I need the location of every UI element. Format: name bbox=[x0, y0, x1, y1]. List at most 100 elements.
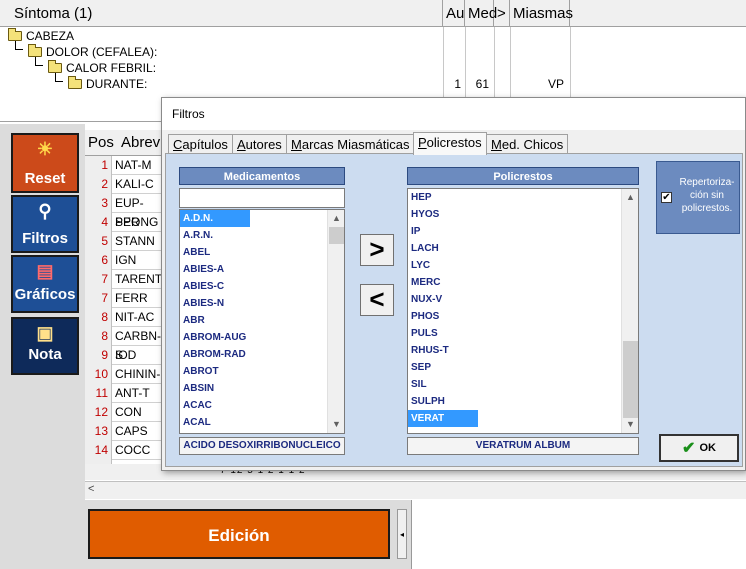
edit-panel bbox=[411, 500, 746, 569]
list-item[interactable]: SEP bbox=[408, 359, 638, 376]
table-row[interactable]: 7 TARENT bbox=[85, 270, 165, 289]
table-row[interactable]: 3 EUP-PER bbox=[85, 194, 165, 229]
edicion-button[interactable]: Edición bbox=[88, 509, 390, 559]
remove-remedy-button[interactable]: < bbox=[360, 284, 394, 316]
med-column-header[interactable]: Med bbox=[465, 0, 497, 27]
table-row[interactable]: 8 CARBN-S bbox=[85, 327, 165, 362]
list-item[interactable]: A.D.N. bbox=[180, 210, 250, 227]
remedy-abbrev-cell: NAT-M bbox=[115, 158, 152, 172]
gt-column-header[interactable]: > bbox=[494, 0, 510, 27]
list-item[interactable]: SULPH bbox=[408, 393, 638, 410]
tree-node-calor-febril[interactable]: CALOR FEBRIL: bbox=[48, 60, 156, 76]
pos-cell: 2 bbox=[85, 175, 112, 194]
tab-marcas-miasmaticas[interactable]: Marcas Miasmáticas bbox=[286, 134, 415, 154]
remedy-abbrev-cell: CAPS bbox=[115, 424, 148, 438]
list-item[interactable]: HEP bbox=[408, 189, 638, 206]
scroll-down-icon[interactable]: ▼ bbox=[328, 416, 344, 433]
repertorizacion-checkbox[interactable]: ✔ bbox=[661, 192, 672, 203]
medicamentos-list[interactable]: A.D.N. A.R.N. ABEL ABIES-A ABIES-C ABIES-N ABR… bbox=[179, 209, 345, 434]
scroll-up-icon[interactable]: ▲ bbox=[622, 189, 638, 206]
tab-med-chicos[interactable]: Med. Chicos bbox=[486, 134, 569, 154]
list-item[interactable]: HYOS bbox=[408, 206, 638, 223]
graficos-button[interactable]: ▤ Gráficos bbox=[11, 255, 79, 313]
list-item[interactable]: ABROT bbox=[180, 363, 344, 380]
list-item[interactable]: A.R.N. bbox=[180, 227, 344, 244]
edit-collapse-icon[interactable]: ◂ bbox=[397, 509, 407, 559]
table-row[interactable]: 9 IOD bbox=[85, 346, 165, 365]
list-item[interactable]: MERC bbox=[408, 274, 638, 291]
medicamentos-scrollbar[interactable]: ▲ ▼ bbox=[327, 210, 344, 433]
pos-cell: 10 bbox=[85, 365, 112, 384]
remedy-grid[interactable]: Pos Abrev 1 NAT-M 2 KALI-C 3 EUP-PER 4 SPONG 5 ST… bbox=[85, 130, 165, 480]
tree-node-dolor[interactable]: DOLOR (CEFALEA): bbox=[28, 44, 157, 60]
folder-icon bbox=[48, 60, 62, 73]
pos-cell: 7 bbox=[85, 289, 112, 308]
abrev-column-header[interactable]: Abrev bbox=[121, 134, 160, 151]
list-item[interactable]: RHUS-T bbox=[408, 342, 638, 359]
list-item[interactable]: ABROM-RAD bbox=[180, 346, 344, 363]
table-row[interactable]: 2 KALI-C bbox=[85, 175, 165, 194]
table-row[interactable]: 5 STANN bbox=[85, 232, 165, 251]
symptom-column-header[interactable]: Síntoma (1) bbox=[0, 0, 443, 27]
add-remedy-button[interactable]: > bbox=[360, 234, 394, 266]
clipboard-icon: ▣ bbox=[36, 323, 54, 343]
filtros-button[interactable]: ⚲ Filtros bbox=[11, 195, 79, 253]
list-item[interactable]: IP bbox=[408, 223, 638, 240]
list-item[interactable]: ABIES-C bbox=[180, 278, 344, 295]
policrestos-selected-name: VERATRUM ALBUM bbox=[407, 437, 639, 455]
sun-icon: ☀ bbox=[36, 139, 54, 159]
list-item[interactable]: SIL bbox=[408, 376, 638, 393]
table-row[interactable]: 7 FERR bbox=[85, 289, 165, 308]
tab-policrestos[interactable]: Policrestos bbox=[413, 132, 487, 155]
scroll-left-icon[interactable]: < bbox=[88, 483, 94, 495]
list-item[interactable]: LYC bbox=[408, 257, 638, 274]
list-item[interactable]: ABIES-N bbox=[180, 295, 344, 312]
pos-cell: 5 bbox=[85, 232, 112, 251]
ok-button[interactable]: ✔ OK bbox=[659, 434, 739, 462]
reset-button[interactable]: ☀ Reset bbox=[11, 133, 79, 193]
left-button-panel: ☀ Reset ⚲ Filtros ▤ Gráficos ▣ Nota bbox=[0, 124, 85, 569]
list-item[interactable]: ACAL bbox=[180, 414, 344, 431]
list-item[interactable]: ABR bbox=[180, 312, 344, 329]
policrestos-scrollbar[interactable]: ▲ ▼ bbox=[621, 189, 638, 433]
scroll-down-icon[interactable]: ▼ bbox=[622, 416, 638, 433]
pos-column-header[interactable]: Pos bbox=[88, 134, 114, 151]
nota-button[interactable]: ▣ Nota bbox=[11, 317, 79, 375]
list-item[interactable]: PHOS bbox=[408, 308, 638, 325]
list-item[interactable]: ABEL bbox=[180, 244, 344, 261]
horizontal-scrollbar[interactable]: < bbox=[85, 481, 746, 499]
list-item[interactable]: ABROM-AUG bbox=[180, 329, 344, 346]
table-row[interactable]: 13 CAPS bbox=[85, 422, 165, 441]
remedy-abbrev-cell: NIT-AC bbox=[115, 310, 155, 324]
list-item[interactable]: NUX-V bbox=[408, 291, 638, 308]
table-row[interactable]: 14 COCC bbox=[85, 441, 165, 460]
checkmark-icon: ✔ bbox=[682, 440, 696, 457]
tab-autores[interactable]: Autores bbox=[232, 134, 287, 154]
pos-cell: 6 bbox=[85, 251, 112, 270]
table-row[interactable]: 11 ANT-T bbox=[85, 384, 165, 403]
remedy-abbrev-cell: COCC bbox=[115, 443, 151, 457]
table-row[interactable]: 10 CHININ- bbox=[85, 365, 165, 384]
list-item[interactable]: PULS bbox=[408, 325, 638, 342]
table-row[interactable]: 1 NAT-M bbox=[85, 156, 165, 175]
remedy-abbrev-cell: KALI-C bbox=[115, 177, 154, 191]
miasmas-column-header[interactable]: Miasmas bbox=[510, 0, 573, 27]
au-column-header[interactable]: Au bbox=[443, 0, 465, 27]
tree-node-durante[interactable]: DURANTE: bbox=[68, 76, 147, 92]
list-item[interactable]: VERAT bbox=[408, 410, 478, 427]
dialog-title: Filtros bbox=[162, 98, 745, 130]
table-row[interactable]: 12 CON bbox=[85, 403, 165, 422]
scroll-up-icon[interactable]: ▲ bbox=[328, 210, 344, 227]
table-row[interactable]: 8 NIT-AC bbox=[85, 308, 165, 327]
policrestos-list[interactable]: HEP HYOS IP LACH LYC MERC NUX-V PHOS PULS RHUS-T S… bbox=[407, 188, 639, 434]
tab-capitulos[interactable]: Capítulos bbox=[168, 134, 233, 154]
table-row[interactable]: 6 IGN bbox=[85, 251, 165, 270]
list-item[interactable]: ABSIN bbox=[180, 380, 344, 397]
list-item[interactable]: ABIES-A bbox=[180, 261, 344, 278]
list-item[interactable]: ACAC bbox=[180, 397, 344, 414]
miasmas-value: VP bbox=[547, 77, 564, 91]
list-item[interactable]: LACH bbox=[408, 240, 638, 257]
table-row[interactable]: 4 SPONG bbox=[85, 213, 165, 232]
medicamentos-search-input[interactable] bbox=[179, 188, 345, 208]
folder-icon bbox=[68, 76, 82, 89]
